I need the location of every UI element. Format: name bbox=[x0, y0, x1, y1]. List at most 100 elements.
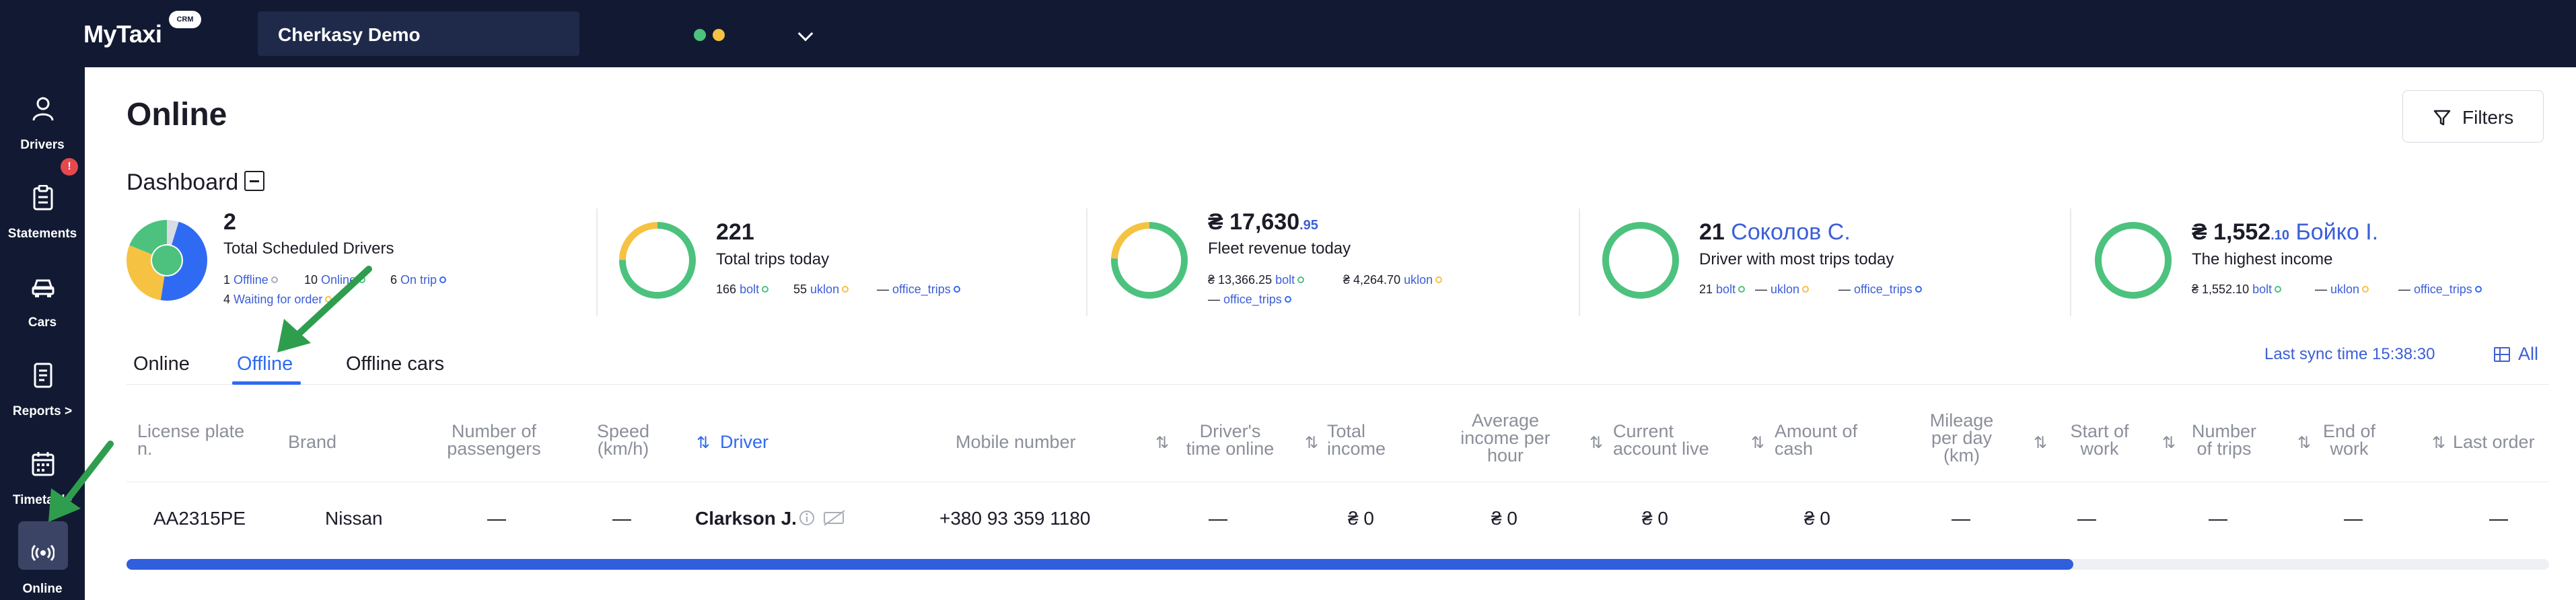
tab-online[interactable]: Online bbox=[133, 353, 190, 375]
fleet-revenue-donut bbox=[1111, 222, 1188, 299]
sort-icon[interactable]: ⇅ bbox=[1155, 433, 1169, 453]
annotation-arrow-icon bbox=[277, 266, 372, 352]
sort-icon[interactable]: ⇅ bbox=[2162, 433, 2176, 453]
dashboard-card-most-trips: 21 Соколов С. Driver with most trips tod… bbox=[1600, 202, 2071, 316]
column-header-average-income[interactable]: Average income per hour bbox=[1440, 412, 1571, 465]
column-header-mobile[interactable]: Mobile number bbox=[956, 433, 1076, 451]
card-label: The highest income bbox=[2192, 250, 2333, 268]
legend-uklon: — uklon bbox=[2315, 283, 2369, 297]
column-header-driver[interactable]: Driver bbox=[720, 433, 768, 451]
cell-amount-of-cash: ₴ 0 bbox=[1804, 508, 1830, 529]
column-header-license-plate[interactable]: License plate n. bbox=[137, 422, 244, 458]
sidebar-item-label: Drivers bbox=[20, 138, 65, 152]
cell-mobile: +380 93 359 1180 bbox=[939, 508, 1091, 529]
card-value: 221 bbox=[716, 219, 754, 245]
card-divider bbox=[1086, 209, 1087, 316]
cell-speed: — bbox=[612, 508, 631, 529]
column-header-total-income[interactable]: Total income bbox=[1327, 422, 1386, 458]
cell-total-income: ₴ 0 bbox=[1348, 508, 1374, 529]
cell-brand: Nissan bbox=[325, 508, 383, 529]
sort-icon[interactable]: ⇅ bbox=[2432, 433, 2445, 453]
dashboard-card-highest-income: ₴ 1,552.10 Бойко І. The highest income ₴… bbox=[2093, 202, 2564, 316]
column-header-last-order[interactable]: Last order bbox=[2453, 433, 2535, 451]
sort-icon[interactable]: ⇅ bbox=[696, 433, 710, 453]
sort-icon[interactable]: ⇅ bbox=[1589, 433, 1603, 453]
card-divider bbox=[596, 209, 598, 316]
sidebar-item-label: Reports > bbox=[12, 404, 73, 418]
legend-uklon: 55 uklon bbox=[793, 283, 849, 297]
column-header-start-of-work[interactable]: Start of work bbox=[2059, 422, 2140, 458]
card-label: Fleet revenue today bbox=[1208, 239, 1351, 258]
legend-uklon: ₴ 4,264.70 uklon bbox=[1343, 273, 1443, 287]
column-header-end-of-work[interactable]: End of work bbox=[2312, 422, 2386, 458]
sort-icon[interactable]: ⇅ bbox=[2297, 433, 2311, 453]
page-title: Online bbox=[127, 97, 227, 133]
last-sync-time: Last sync time 15:38:30 bbox=[2264, 345, 2435, 363]
clipboard-icon bbox=[33, 185, 53, 211]
horizontal-scrollbar-thumb[interactable] bbox=[127, 559, 2073, 570]
sidebar-item-drivers[interactable]: Drivers bbox=[0, 77, 85, 158]
info-icon[interactable] bbox=[798, 509, 816, 527]
legend-office-trips: — office_trips bbox=[877, 283, 960, 297]
columns-button-label: All bbox=[2518, 344, 2539, 364]
legend-bolt: ₴ 13,366.25 bolt bbox=[1208, 273, 1305, 287]
legend-office-trips: — office_trips bbox=[2398, 283, 2482, 297]
app-logo[interactable]: MyTaxi bbox=[83, 20, 162, 48]
cell-end-of-work: — bbox=[2344, 508, 2363, 529]
filters-button[interactable]: Filters bbox=[2402, 90, 2544, 143]
legend-bolt: ₴ 1,552.10 bolt bbox=[2192, 283, 2282, 297]
sort-icon[interactable]: ⇅ bbox=[2034, 433, 2047, 453]
card-label: Driver with most trips today bbox=[1699, 250, 1894, 268]
column-header-speed[interactable]: Speed (km/h) bbox=[584, 422, 662, 458]
car-icon bbox=[32, 279, 55, 297]
filter-icon bbox=[2433, 110, 2451, 126]
column-header-brand[interactable]: Brand bbox=[288, 433, 336, 451]
sidebar-item-cars[interactable]: Cars bbox=[0, 255, 85, 336]
cell-current-account: ₴ 0 bbox=[1642, 508, 1668, 529]
scheduled-drivers-donut bbox=[127, 220, 207, 301]
card-divider bbox=[2070, 209, 2071, 316]
cell-driver[interactable]: Clarkson J. bbox=[695, 508, 797, 529]
legend-on-trip: 6 On trip bbox=[390, 273, 447, 287]
card-divider bbox=[1579, 209, 1580, 316]
column-header-passengers[interactable]: Number of passengers bbox=[433, 422, 554, 458]
cell-number-of-trips: — bbox=[2209, 508, 2227, 529]
column-header-current-account[interactable]: Current account live bbox=[1613, 422, 1709, 458]
total-trips-donut bbox=[619, 222, 696, 299]
column-header-amount-of-cash[interactable]: Amount of cash bbox=[1775, 422, 1857, 458]
broadcast-icon bbox=[32, 544, 55, 562]
donut-center bbox=[152, 246, 182, 275]
legend-office-trips: — office_trips bbox=[1208, 293, 1291, 307]
tabs-divider bbox=[127, 384, 2549, 385]
bolt-status-icon bbox=[694, 29, 706, 41]
sidebar-item-statements[interactable]: Statements bbox=[0, 166, 85, 247]
sidebar-item-label: Online bbox=[22, 582, 63, 596]
highest-income-donut bbox=[2095, 222, 2172, 299]
legend-office-trips: — office_trips bbox=[1838, 283, 1922, 297]
column-header-mileage[interactable]: Mileage per day (km) bbox=[1904, 412, 2019, 465]
sort-icon[interactable]: ⇅ bbox=[1751, 433, 1764, 453]
car-off-icon bbox=[824, 510, 845, 526]
crm-badge: CRM bbox=[169, 11, 201, 28]
card-label: Total Scheduled Drivers bbox=[223, 239, 394, 258]
column-header-number-of-trips[interactable]: Number of trips bbox=[2180, 422, 2268, 458]
cell-start-of-work: — bbox=[2077, 508, 2096, 529]
donut-segment-bolt bbox=[1602, 222, 1679, 299]
card-label: Total trips today bbox=[716, 250, 830, 268]
column-header-time-online[interactable]: Driver's time online bbox=[1175, 422, 1285, 458]
sidebar-item-label: Statements bbox=[7, 227, 77, 241]
collapse-icon[interactable] bbox=[244, 171, 264, 191]
sidebar-item-online[interactable]: Online bbox=[0, 521, 85, 600]
sort-icon[interactable]: ⇅ bbox=[1305, 433, 1318, 453]
organization-select[interactable]: Cherkasy Demo bbox=[258, 11, 814, 56]
user-icon bbox=[32, 97, 54, 121]
cell-time-online: — bbox=[1209, 508, 1227, 529]
legend-bolt: 166 bolt bbox=[716, 283, 769, 297]
statements-alert-badge: ! bbox=[61, 158, 78, 176]
annotation-arrow-icon bbox=[48, 441, 114, 522]
filters-label: Filters bbox=[2462, 107, 2514, 128]
sidebar-item-reports[interactable]: Reports > bbox=[0, 344, 85, 424]
dashboard-card-fleet-revenue: ₴ 17,630.95 Fleet revenue today ₴ 13,366… bbox=[1109, 202, 1580, 316]
uklon-status-icon bbox=[713, 29, 725, 41]
table-columns-icon bbox=[2494, 347, 2510, 362]
